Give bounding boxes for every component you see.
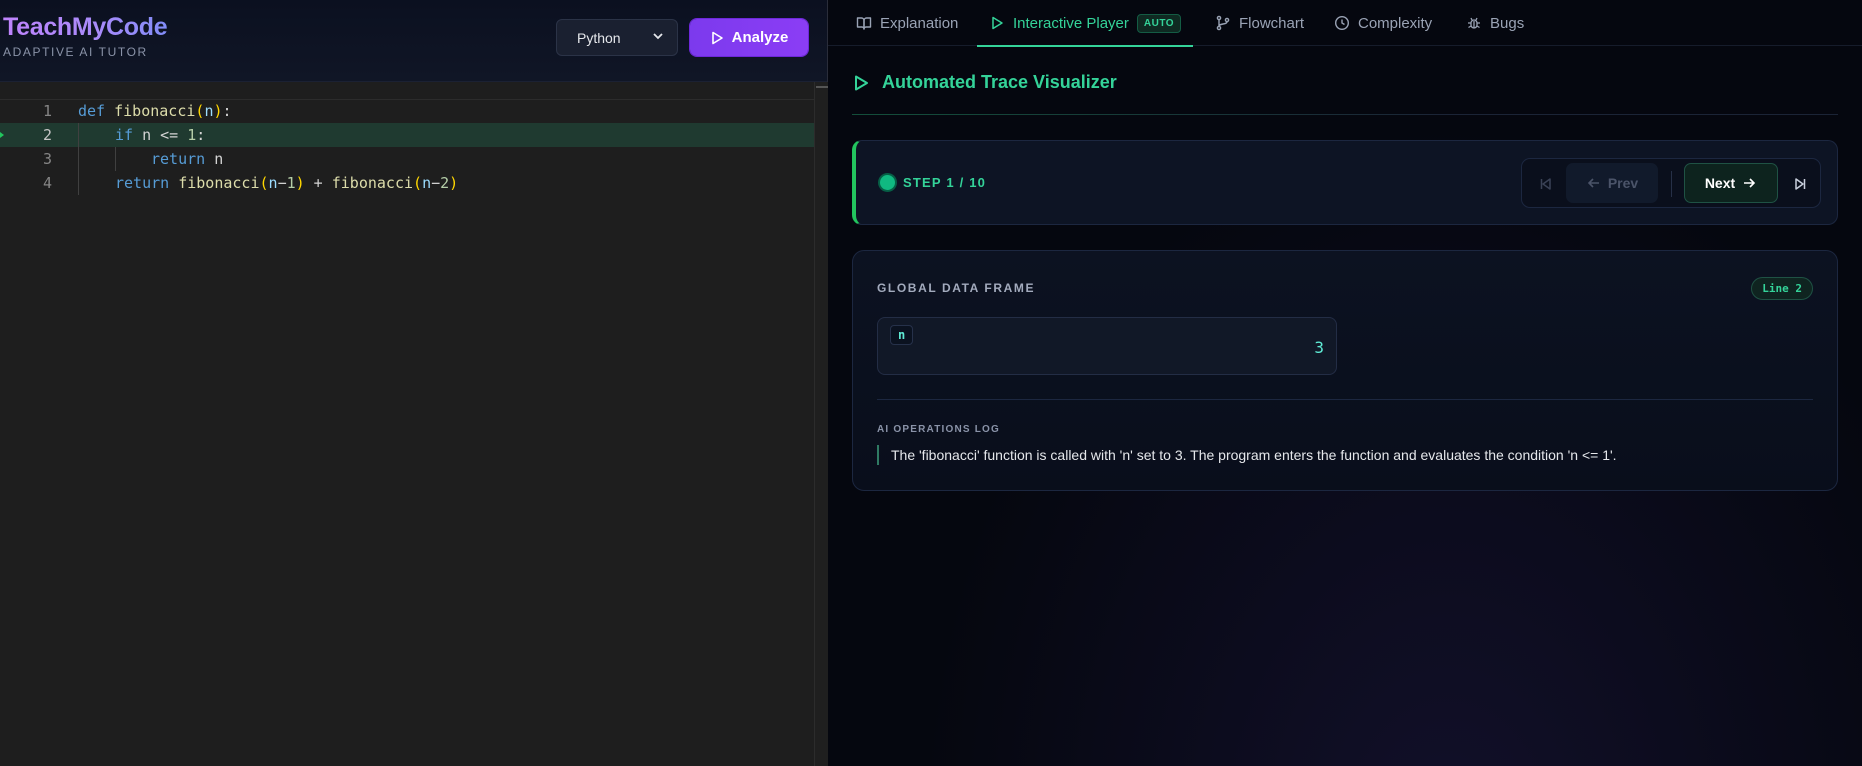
step-card: STEP 1 / 10 Prev Next [852, 140, 1838, 225]
skip-forward-icon [1795, 178, 1806, 190]
arrow-left-icon [1587, 178, 1599, 188]
frame-title: GLOBAL DATA FRAME [877, 281, 1036, 295]
next-button-label: Next [1704, 175, 1736, 191]
play-icon [711, 31, 723, 44]
code-text: return n [151, 150, 224, 168]
arrow-right-icon [1744, 178, 1756, 188]
analyze-button[interactable]: Analyze [690, 19, 808, 56]
play-icon [992, 16, 1003, 30]
tab-bar: Explanation Interactive Player AUTO Flow… [828, 0, 1862, 47]
step-counter: STEP 1 / 10 [903, 175, 987, 190]
tab-label: Bugs [1490, 14, 1525, 32]
skip-back-icon [1540, 178, 1551, 190]
code-line-4[interactable]: 4 return fibonacci(n−1) + fibonacci(n−2) [0, 171, 826, 195]
last-step-button[interactable] [1784, 167, 1816, 201]
editor-header-line [0, 82, 814, 100]
top-bar: TeachMyCode ADAPTIVE AI TUTOR Python Ana… [0, 0, 827, 82]
brand-subtitle: ADAPTIVE AI TUTOR [3, 45, 148, 59]
variable-value: 3 [1314, 338, 1324, 357]
app-root: TeachMyCode ADAPTIVE AI TUTOR Python Ana… [0, 0, 1862, 766]
data-frame-card: GLOBAL DATA FRAME Line 2 n 3 AI OPERATIO… [852, 250, 1838, 491]
indent-guide [115, 147, 116, 171]
frame-divider [877, 399, 1813, 400]
line-number: 4 [42, 174, 52, 192]
log-title: AI OPERATIONS LOG [877, 424, 1000, 435]
control-separator [1671, 171, 1672, 197]
indent-guide [78, 171, 79, 195]
editor-scrollbar[interactable] [814, 82, 828, 766]
variable-card: n 3 [877, 317, 1337, 375]
book-icon [856, 17, 872, 30]
language-select-value: Python [577, 29, 621, 46]
bug-icon [1468, 17, 1480, 29]
first-step-button[interactable] [1530, 167, 1562, 201]
tab-label: Flowchart [1239, 14, 1305, 32]
tab-complexity[interactable]: Complexity [1334, 0, 1432, 46]
code-line-3[interactable]: 3 return n [0, 147, 826, 171]
auto-badge: AUTO [1136, 13, 1182, 33]
tab-explanation[interactable]: Explanation [856, 0, 958, 46]
line-badge: Line 2 [1751, 277, 1813, 300]
line-number: 3 [42, 150, 52, 168]
code-line-2-active[interactable]: 2 if n <= 1: [0, 123, 826, 147]
tab-label: Explanation [880, 14, 959, 32]
code-text: return fibonacci(n−1) + fibonacci(n−2) [115, 174, 459, 192]
code-editor[interactable]: 1 def fibonacci(n): 2 if n <= 1: 3 retur… [0, 82, 828, 766]
editor-pane: TeachMyCode ADAPTIVE AI TUTOR Python Ana… [0, 0, 828, 766]
analysis-pane: Explanation Interactive Player AUTO Flow… [828, 0, 1862, 766]
indent-guide [78, 147, 79, 171]
indent-guide [78, 123, 79, 147]
code-text: if n <= 1: [115, 126, 206, 144]
git-branch-icon [1216, 15, 1230, 31]
tab-label: Complexity [1358, 14, 1433, 32]
language-select[interactable]: Python [556, 19, 678, 56]
brand: TeachMyCode ADAPTIVE AI TUTOR [3, 13, 168, 59]
analyze-button-label: Analyze [731, 29, 789, 46]
line-number: 1 [42, 102, 52, 120]
prev-button-label: Prev [1607, 175, 1639, 191]
chevron-down-icon [653, 31, 663, 44]
line-number: 2 [42, 126, 52, 144]
code-text: def fibonacci(n): [78, 102, 232, 120]
section-divider [852, 114, 1838, 115]
current-line-marker-icon [0, 132, 4, 138]
step-indicator: STEP 1 / 10 [880, 175, 986, 190]
player-title: Automated Trace Visualizer [852, 72, 1117, 93]
tab-flowchart[interactable]: Flowchart [1215, 0, 1304, 46]
status-dot-icon [880, 175, 895, 190]
player-title-text: Automated Trace Visualizer [882, 72, 1117, 92]
code-line-1[interactable]: 1 def fibonacci(n): [0, 99, 826, 123]
prev-button[interactable]: Prev [1566, 163, 1658, 203]
tab-label: Interactive Player [1013, 14, 1129, 32]
log-text: The 'fibonacci' function is called with … [877, 445, 1617, 465]
clock-icon [1334, 15, 1350, 31]
play-icon [855, 75, 868, 90]
scrollbar-thumb[interactable] [816, 86, 828, 88]
variable-name: n [890, 325, 914, 345]
tab-bugs[interactable]: Bugs [1466, 0, 1524, 46]
playback-controls: Prev Next [1521, 158, 1821, 208]
next-button[interactable]: Next [1684, 163, 1778, 203]
brand-title: TeachMyCode [3, 13, 168, 41]
tab-interactive-player[interactable]: Interactive Player AUTO [977, 0, 1194, 47]
